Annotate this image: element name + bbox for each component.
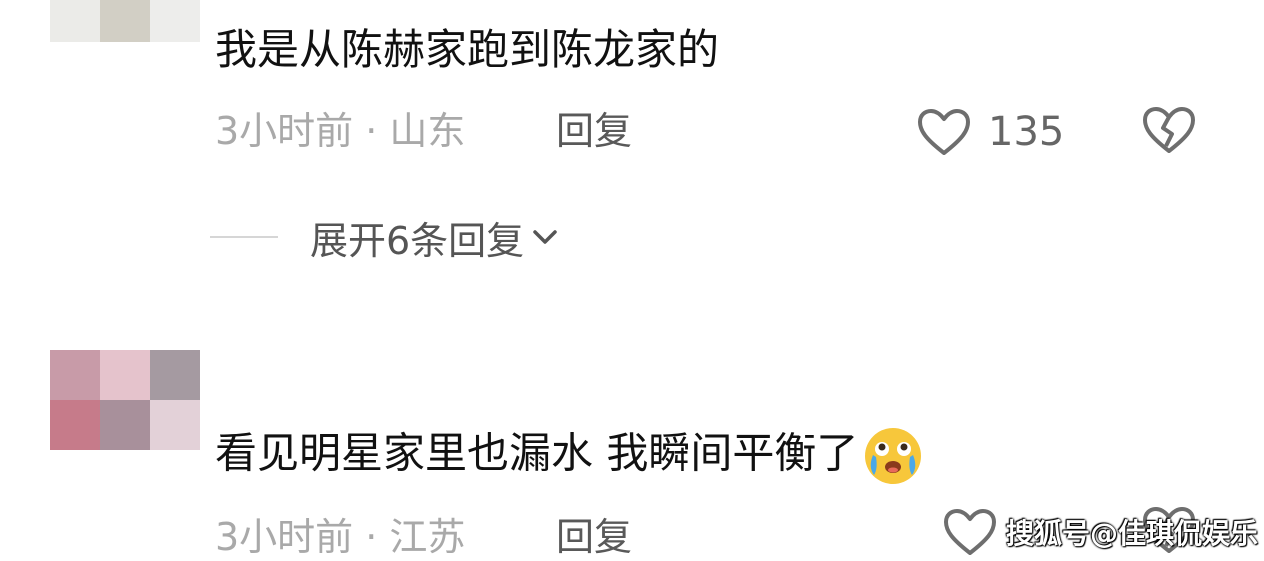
expand-replies-label: 展开6条回复 [310,218,525,263]
chevron-down-icon [533,230,557,244]
avatar[interactable] [50,0,200,42]
comment-meta: 3小时前 · 山东 [215,109,466,153]
crying-laughing-emoji [865,428,922,484]
comment-text: 看见明星家里也漏水 我瞬间平衡了 [215,425,924,487]
reply-button[interactable]: 回复 [556,109,632,155]
reply-button[interactable]: 回复 [556,515,632,561]
comment-text-content: 看见明星家里也漏水 我瞬间平衡了 [215,428,859,478]
avatar[interactable] [50,350,200,450]
comment-meta: 3小时前 · 江苏 [215,515,466,559]
heart-outline-icon[interactable] [916,108,972,158]
like-count: 135 [988,109,1065,155]
comment-text: 我是从陈赫家跑到陈龙家的 [215,25,720,74]
expand-replies-button[interactable]: 展开6条回复 [210,212,560,263]
watermark: 搜狐号@佳琪侃娱乐 [1006,517,1259,550]
divider [210,236,278,238]
heart-outline-icon[interactable] [942,508,998,558]
broken-heart-icon[interactable] [1141,106,1197,156]
